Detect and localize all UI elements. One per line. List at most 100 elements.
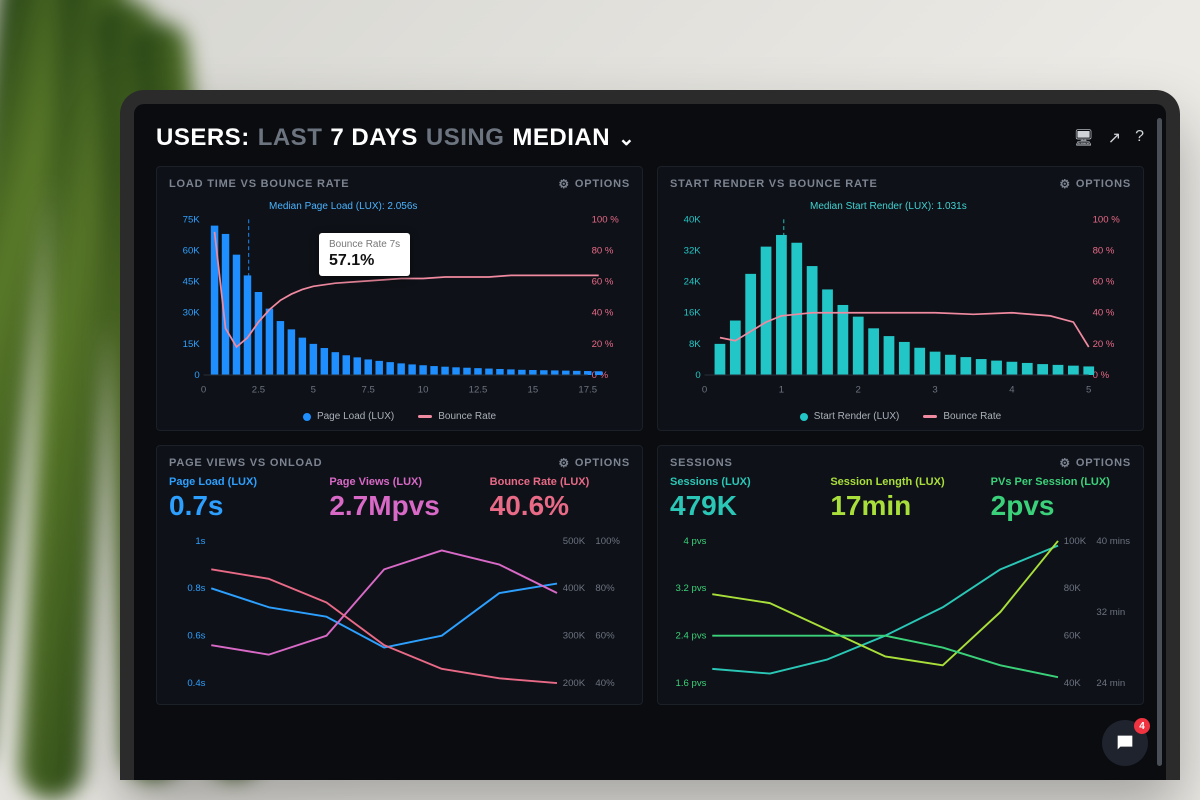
svg-text:2: 2 — [856, 384, 861, 395]
legend-line: Bounce Rate — [418, 411, 496, 422]
svg-text:0 %: 0 % — [1093, 370, 1110, 381]
chart-render[interactable]: 0 8K 16K 24K 32K 40K 0 % 20 % 40 % 60 % 80 % 100 % 0… — [670, 197, 1131, 407]
svg-text:60K: 60K — [1064, 631, 1082, 642]
gear-icon: ⚙ — [558, 177, 570, 191]
svg-text:0: 0 — [201, 384, 206, 395]
tooltip-value: 57.1% — [329, 251, 400, 270]
stat-label: Page Views (LUX) — [329, 476, 469, 488]
svg-text:12.5: 12.5 — [469, 384, 488, 395]
svg-text:40K: 40K — [684, 214, 702, 225]
chat-badge: 4 — [1134, 718, 1150, 734]
svg-text:24 min: 24 min — [1096, 678, 1125, 689]
svg-text:7.5: 7.5 — [362, 384, 375, 395]
gear-icon: ⚙ — [1059, 456, 1071, 470]
svg-text:24K: 24K — [684, 277, 702, 288]
chart-sessions[interactable]: 1.6 pvs2.4 pvs3.2 pvs4 pvs40K60K80K100K2… — [670, 528, 1131, 696]
svg-text:40 %: 40 % — [592, 308, 614, 319]
svg-text:500K: 500K — [563, 536, 586, 547]
panel-pageviews-onload: Page Views vs Onload ⚙Options Page Load … — [156, 445, 643, 705]
panel-title: Sessions — [670, 457, 733, 469]
svg-text:60 %: 60 % — [1093, 277, 1115, 288]
svg-text:20 %: 20 % — [1093, 339, 1115, 350]
page-title-dropdown[interactable]: Users: Last 7 Days Using Median ⌄ — [156, 124, 635, 152]
svg-text:17.5: 17.5 — [578, 384, 597, 395]
chart-onload[interactable]: 0.4s0.6s0.8s1s200K300K400K500K40%60%80%1… — [169, 528, 630, 696]
legend-bar: Page Load (LUX) — [303, 411, 394, 422]
svg-text:10: 10 — [418, 384, 429, 395]
panel-title: Start Render vs Bounce Rate — [670, 178, 878, 190]
svg-text:100%: 100% — [595, 536, 620, 547]
svg-text:2.4 pvs: 2.4 pvs — [676, 631, 707, 642]
svg-text:0.4s: 0.4s — [187, 678, 205, 689]
svg-text:32K: 32K — [684, 245, 702, 256]
options-button[interactable]: ⚙Options — [558, 177, 630, 191]
gear-icon: ⚙ — [558, 456, 570, 470]
scrollbar[interactable] — [1157, 118, 1162, 766]
svg-text:1s: 1s — [195, 536, 205, 547]
svg-text:5: 5 — [1086, 384, 1091, 395]
help-icon[interactable]: ? — [1135, 128, 1144, 148]
svg-text:40K: 40K — [1064, 678, 1082, 689]
stat-value: 2pvs — [991, 490, 1131, 522]
svg-text:32 min: 32 min — [1096, 607, 1125, 618]
svg-text:4 pvs: 4 pvs — [684, 536, 707, 547]
svg-text:5: 5 — [311, 384, 316, 395]
title-using: Using — [426, 124, 505, 152]
svg-text:2.5: 2.5 — [252, 384, 265, 395]
stat-label: Page Load (LUX) — [169, 476, 309, 488]
gear-icon: ⚙ — [1059, 177, 1071, 191]
stat-label: Bounce Rate (LUX) — [490, 476, 630, 488]
stat-label: PVs Per Session (LUX) — [991, 476, 1131, 488]
title-prefix: Users: — [156, 124, 250, 152]
svg-text:0.6s: 0.6s — [187, 631, 205, 642]
panel-load-vs-bounce: Load Time vs Bounce Rate ⚙Options Median… — [156, 166, 643, 431]
svg-text:40 mins: 40 mins — [1096, 536, 1130, 547]
dashboard-screen: Users: Last 7 Days Using Median ⌄ 🖥 ↗ ? — [134, 104, 1166, 780]
svg-text:40 %: 40 % — [1093, 308, 1115, 319]
svg-text:0: 0 — [695, 370, 700, 381]
legend-bar: Start Render (LUX) — [800, 411, 900, 422]
svg-text:60%: 60% — [595, 631, 615, 642]
svg-text:3: 3 — [932, 384, 937, 395]
options-button[interactable]: ⚙Options — [558, 456, 630, 470]
title-range: 7 Days — [330, 124, 418, 152]
svg-text:1: 1 — [779, 384, 784, 395]
panel-sessions: Sessions ⚙Options Sessions (LUX)479K Ses… — [657, 445, 1144, 705]
svg-text:60 %: 60 % — [592, 277, 614, 288]
title-last: Last — [258, 124, 323, 152]
title-metric: Median — [512, 124, 610, 152]
chart-load[interactable]: 015K30K45K60K75K0 %20 %40 %60 %80 %100 %… — [169, 197, 630, 407]
svg-text:60K: 60K — [183, 245, 201, 256]
stat-value: 0.7s — [169, 490, 309, 522]
laptop-frame: Users: Last 7 Days Using Median ⌄ 🖥 ↗ ? — [120, 90, 1180, 780]
svg-text:8K: 8K — [689, 339, 701, 350]
legend-line: Bounce Rate — [923, 411, 1001, 422]
svg-text:4: 4 — [1009, 384, 1015, 395]
svg-text:80 %: 80 % — [1093, 245, 1115, 256]
median-label: Median Page Load (LUX): 2.056s — [269, 201, 417, 212]
svg-text:100 %: 100 % — [1093, 214, 1121, 225]
share-icon[interactable]: ↗ — [1108, 128, 1121, 148]
svg-text:80%: 80% — [595, 583, 615, 594]
svg-text:80K: 80K — [1064, 583, 1082, 594]
chat-widget[interactable]: 4 — [1102, 720, 1148, 766]
median-label: Median Start Render (LUX): 1.031s — [810, 201, 967, 212]
stat-label: Sessions (LUX) — [670, 476, 810, 488]
monitor-icon[interactable]: 🖥 — [1073, 128, 1093, 148]
panel-render-vs-bounce: Start Render vs Bounce Rate ⚙Options Med… — [657, 166, 1144, 431]
stat-value: 17min — [830, 490, 970, 522]
panel-title: Load Time vs Bounce Rate — [169, 178, 349, 190]
svg-text:45K: 45K — [183, 277, 201, 288]
stat-label: Session Length (LUX) — [830, 476, 970, 488]
svg-text:30K: 30K — [183, 308, 201, 319]
chart-tooltip: Bounce Rate 7s 57.1% — [319, 233, 410, 276]
svg-text:16K: 16K — [684, 308, 702, 319]
stat-value: 2.7Mpvs — [329, 490, 469, 522]
svg-text:15: 15 — [528, 384, 539, 395]
svg-text:15K: 15K — [183, 339, 201, 350]
chevron-down-icon: ⌄ — [618, 126, 635, 151]
options-button[interactable]: ⚙Options — [1059, 177, 1131, 191]
svg-text:0: 0 — [702, 384, 707, 395]
svg-text:100 %: 100 % — [592, 214, 620, 225]
options-button[interactable]: ⚙Options — [1059, 456, 1131, 470]
